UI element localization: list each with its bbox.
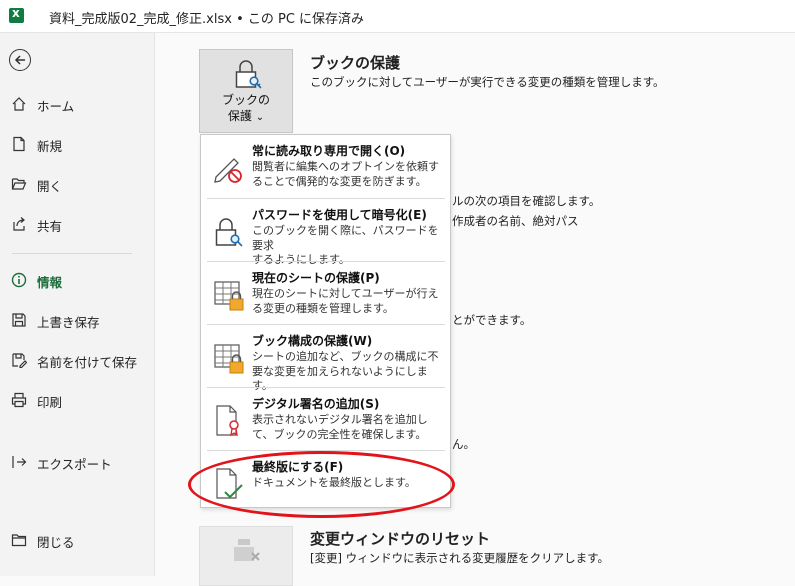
menu-item-desc-line: 表示されないデジタル署名を追加し [252,413,428,426]
menu-item-desc-line: 閲覧者に編集へのオプトインを依頼す [252,160,439,173]
lock-key-icon [215,218,243,247]
new-document-icon [13,136,25,152]
nav-export[interactable]: エクスポート [0,448,154,476]
nav-print[interactable]: 印刷 [0,386,154,414]
protect-workbook-menu: 常に読み取り専用で開く(O) 閲覧者に編集へのオプトインを依頼す ることで偶発的… [200,134,451,508]
nav-save-as[interactable]: 名前を付けて保存 [0,346,154,374]
nav-label: 共有 [37,219,63,234]
protect-workbook-button[interactable]: ブックの 保護 ⌄ [199,49,293,133]
lock-key-icon [235,60,262,89]
nav-label: 上書き保存 [37,315,100,330]
menu-item-desc-line: シートの追加など、ブックの構成に不 [252,350,439,363]
button-label-line: 保護 [227,109,252,123]
menu-item-title: パスワードを使用して暗号化(E) [252,208,427,222]
nav-label: エクスポート [37,457,112,472]
home-icon [12,97,26,111]
workbook-lock-icon [214,344,244,374]
menu-item-title: ブック構成の保護(W) [252,334,373,348]
button-label-line: ブックの [221,93,270,107]
close-folder-icon [11,534,27,547]
menu-item-always-open-read-only[interactable]: 常に読み取り専用で開く(O) 閲覧者に編集へのオプトインを依頼す ることで偶発的… [201,135,450,197]
save-icon [12,313,26,327]
menu-item-mark-as-final[interactable]: 最終版にする(F) ドキュメントを最終版とします。 [201,451,450,513]
menu-item-encrypt-with-password[interactable]: パスワードを使用して暗号化(E) このブックを開く際に、パスワードを要求 するよ… [201,199,450,266]
menu-item-desc-line: て、ブックの完全性を確保します。 [252,427,427,441]
export-icon [12,456,27,468]
excel-icon [9,6,24,23]
menu-item-title: 最終版にする(F) [252,460,344,474]
nav-info[interactable]: 情報 [0,266,154,294]
menu-item-desc: 現在のシートに対してユーザーが行え る変更の種類を管理します。 [252,287,448,316]
menu-item-desc-line: る変更の種類を管理します。 [252,301,394,315]
pencil-no-icon [214,158,242,183]
save-as-icon [12,353,27,368]
versions-text: とができます。 [452,313,532,327]
window-title: 資料_完成版02_完成_修正.xlsx • この PC に保存済み [49,12,365,27]
menu-item-title: 現在のシートの保護(P) [252,271,380,285]
reset-changes-button[interactable] [199,526,293,586]
protect-section-title: ブックの保護 [310,54,401,72]
back-arrow-icon[interactable] [9,49,31,71]
nav-close[interactable]: 閉じる [0,526,154,554]
nav-label: 新規 [37,139,63,154]
signature-ribbon-icon [216,405,239,437]
menu-item-desc: 表示されないデジタル署名を追加し て、ブックの完全性を確保します。 [252,413,448,442]
nav-new[interactable]: 新規 [0,130,154,158]
info-icon [11,272,27,288]
backstage-sidebar: ホーム 新規 開く 共有 情報 上書き保存 名前を付けて保存 印刷 エクスポート… [0,33,155,576]
print-icon [11,392,27,408]
browser-view-text: ん。 [452,437,475,451]
chevron-down-icon: ⌄ [255,112,265,123]
nav-share[interactable]: 共有 [0,210,154,238]
nav-label: 印刷 [37,395,63,410]
menu-item-protect-current-sheet[interactable]: 現在のシートの保護(P) 現在のシートに対してユーザーが行え る変更の種類を管理… [201,262,450,324]
menu-item-desc-line: ドキュメントを最終版とします。 [252,476,416,489]
menu-item-desc-line: ることで偶発的な変更を防ぎます。 [252,174,427,188]
nav-open[interactable]: 開く [0,170,154,198]
nav-label: ホーム [37,99,75,114]
menu-item-title: 常に読み取り専用で開く(O) [252,144,406,158]
inspect-text: 作成者の名前、絶対パス [452,214,579,228]
nav-label: 開く [37,179,63,194]
reset-window-icon [234,539,260,561]
reset-section-title: 変更ウィンドウのリセット [310,530,491,548]
nav-save[interactable]: 上書き保存 [0,306,154,334]
reset-section-desc: [変更] ウィンドウに表示される変更履歴をクリアします。 [310,551,609,565]
inspect-text: ルの次の項目を確認します。 [452,194,601,208]
nav-divider [12,253,132,254]
title-bar: 資料_完成版02_完成_修正.xlsx • この PC に保存済み [0,0,795,33]
menu-item-add-digital-signature[interactable]: デジタル署名の追加(S) 表示されないデジタル署名を追加し て、ブックの完全性を… [201,388,450,450]
nav-label: 情報 [37,275,63,290]
nav-label: 閉じる [37,535,75,550]
document-check-icon [216,468,243,499]
nav-label: 名前を付けて保存 [37,355,138,370]
protect-button-label: ブックの 保護 ⌄ [200,92,292,126]
menu-item-protect-workbook-structure[interactable]: ブック構成の保護(W) シートの追加など、ブックの構成に不 要な変更を加えられな… [201,325,450,392]
folder-open-icon [11,178,27,190]
sheet-lock-icon [214,281,244,311]
menu-item-desc-line: このブックを開く際に、パスワードを要求 [252,224,439,252]
menu-item-desc-line: 現在のシートに対してユーザーが行え [252,287,439,300]
nav-home[interactable]: ホーム [0,90,154,118]
menu-item-desc: ドキュメントを最終版とします。 [252,476,448,491]
menu-item-title: デジタル署名の追加(S) [252,397,380,411]
protect-section-desc: このブックに対してユーザーが実行できる変更の種類を管理します。 [310,75,665,89]
share-icon [13,217,25,231]
menu-item-desc: 閲覧者に編集へのオプトインを依頼す ることで偶発的な変更を防ぎます。 [252,160,448,189]
